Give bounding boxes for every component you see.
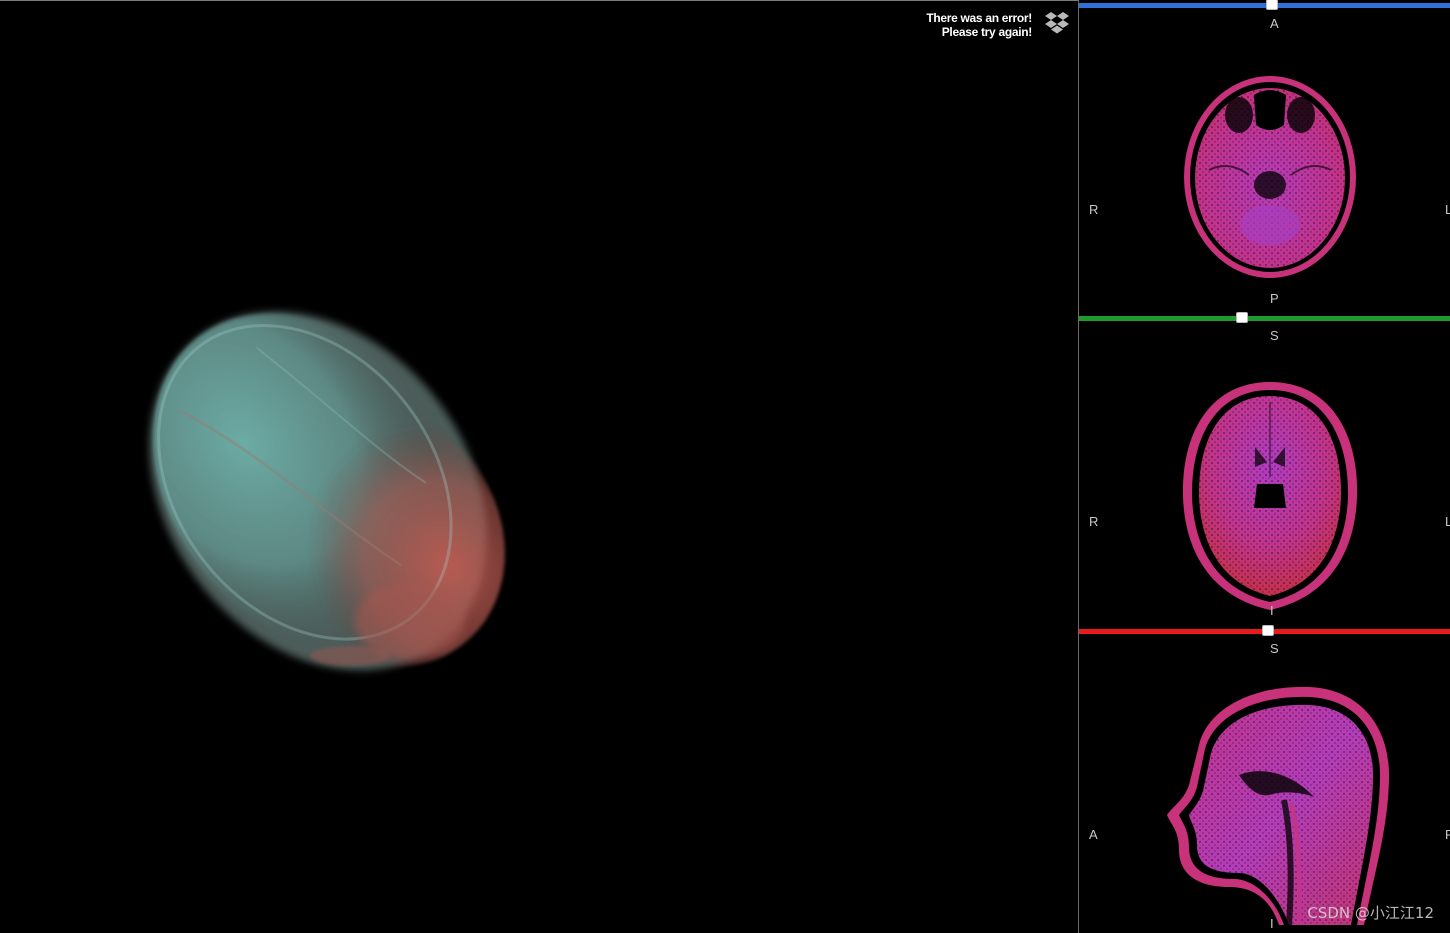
axial-bottom-label: P — [1270, 291, 1279, 306]
sagittal-bottom-label: I — [1270, 916, 1274, 931]
error-line-2: Please try again! — [941, 25, 1033, 39]
sagittal-top-label: S — [1270, 641, 1279, 656]
coronal-right-label: L — [1445, 514, 1450, 529]
error-message: There was an error! Please try again! — [926, 11, 1032, 39]
coronal-top-label: S — [1270, 328, 1279, 343]
dropbox-icon[interactable] — [1044, 11, 1070, 35]
sagittal-brain-slice[interactable] — [1079, 625, 1450, 933]
coronal-brain-slice[interactable] — [1079, 312, 1450, 625]
sagittal-slice-panel[interactable]: S I A P — [1079, 625, 1450, 933]
sagittal-left-label: A — [1089, 827, 1098, 842]
coronal-left-label: R — [1089, 514, 1099, 529]
error-notice: There was an error! Please try again! — [926, 11, 1070, 39]
axial-left-label: R — [1089, 202, 1099, 217]
axial-right-label: L — [1445, 202, 1450, 217]
coronal-slice-panel[interactable]: S I R L — [1079, 312, 1450, 625]
axial-brain-slice[interactable] — [1079, 0, 1450, 312]
error-line-1: There was an error! — [926, 11, 1032, 25]
head-volume-render[interactable] — [0, 1, 1078, 933]
sagittal-right-label: P — [1445, 827, 1450, 842]
viewer-app: There was an error! Please try again! A … — [0, 0, 1450, 933]
volume-render-viewport[interactable]: There was an error! Please try again! — [0, 1, 1078, 933]
axial-slice-panel[interactable]: A P R L — [1079, 0, 1450, 312]
watermark: CSDN @小江江12 — [1307, 904, 1434, 922]
coronal-bottom-label: I — [1270, 603, 1274, 618]
axial-top-label: A — [1270, 16, 1279, 31]
